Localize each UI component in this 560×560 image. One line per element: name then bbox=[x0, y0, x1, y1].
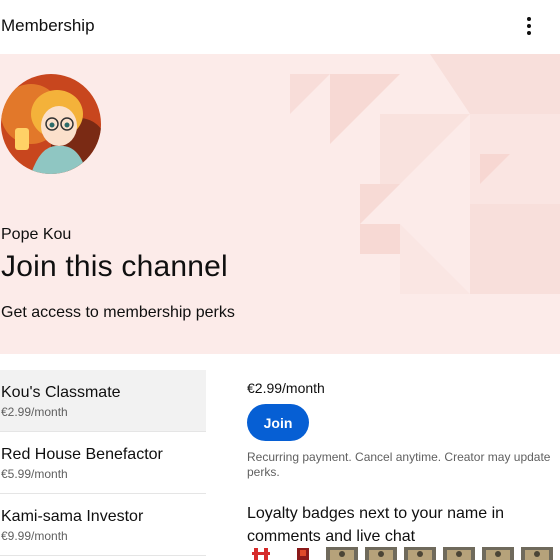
perk-title: Loyalty badges next to your name in comm… bbox=[247, 505, 505, 545]
tier-price: €5.99/month bbox=[1, 467, 68, 481]
more-vert-icon[interactable] bbox=[520, 14, 538, 38]
badge-icon bbox=[365, 547, 397, 560]
recurring-note: Recurring payment. Cancel anytime. Creat… bbox=[247, 450, 551, 479]
tier-price: €9.99/month bbox=[1, 529, 68, 543]
badge-icon bbox=[521, 547, 553, 560]
tier-detail: €2.99/month Join Recurring payment. Canc… bbox=[247, 380, 560, 545]
tier-detail-price: €2.99/month bbox=[247, 380, 325, 396]
tier-price: €2.99/month bbox=[1, 405, 68, 419]
loyalty-badges bbox=[247, 546, 560, 560]
join-button[interactable]: Join bbox=[247, 404, 309, 441]
tier-item-kami-sama-investor[interactable]: Kami-sama Investor €9.99/month bbox=[0, 494, 206, 556]
badge-icon bbox=[252, 548, 270, 560]
channel-avatar bbox=[1, 74, 101, 174]
join-heading: Join this channel bbox=[1, 250, 228, 283]
perks-subheading: Get access to membership perks bbox=[1, 304, 235, 321]
tier-name: Kami-sama Investor bbox=[1, 508, 144, 525]
badge-icon bbox=[404, 547, 436, 560]
badge-icon bbox=[482, 547, 514, 560]
page-title: Membership bbox=[1, 16, 95, 35]
tier-name: Red House Benefactor bbox=[1, 446, 163, 463]
badge-icon bbox=[297, 548, 309, 560]
tier-item-red-house-benefactor[interactable]: Red House Benefactor €5.99/month bbox=[0, 432, 206, 494]
badge-icon bbox=[326, 547, 358, 560]
badge-icon bbox=[443, 547, 475, 560]
membership-hero: Pope Kou Join this channel Get access to… bbox=[0, 54, 560, 354]
tier-name: Kou's Classmate bbox=[1, 384, 121, 401]
channel-name: Pope Kou bbox=[1, 226, 72, 243]
top-bar: Membership bbox=[0, 0, 560, 54]
tier-item-kous-classmate[interactable]: Kou's Classmate €2.99/month bbox=[0, 370, 206, 432]
tier-list: Kou's Classmate €2.99/month Red House Be… bbox=[0, 370, 206, 556]
